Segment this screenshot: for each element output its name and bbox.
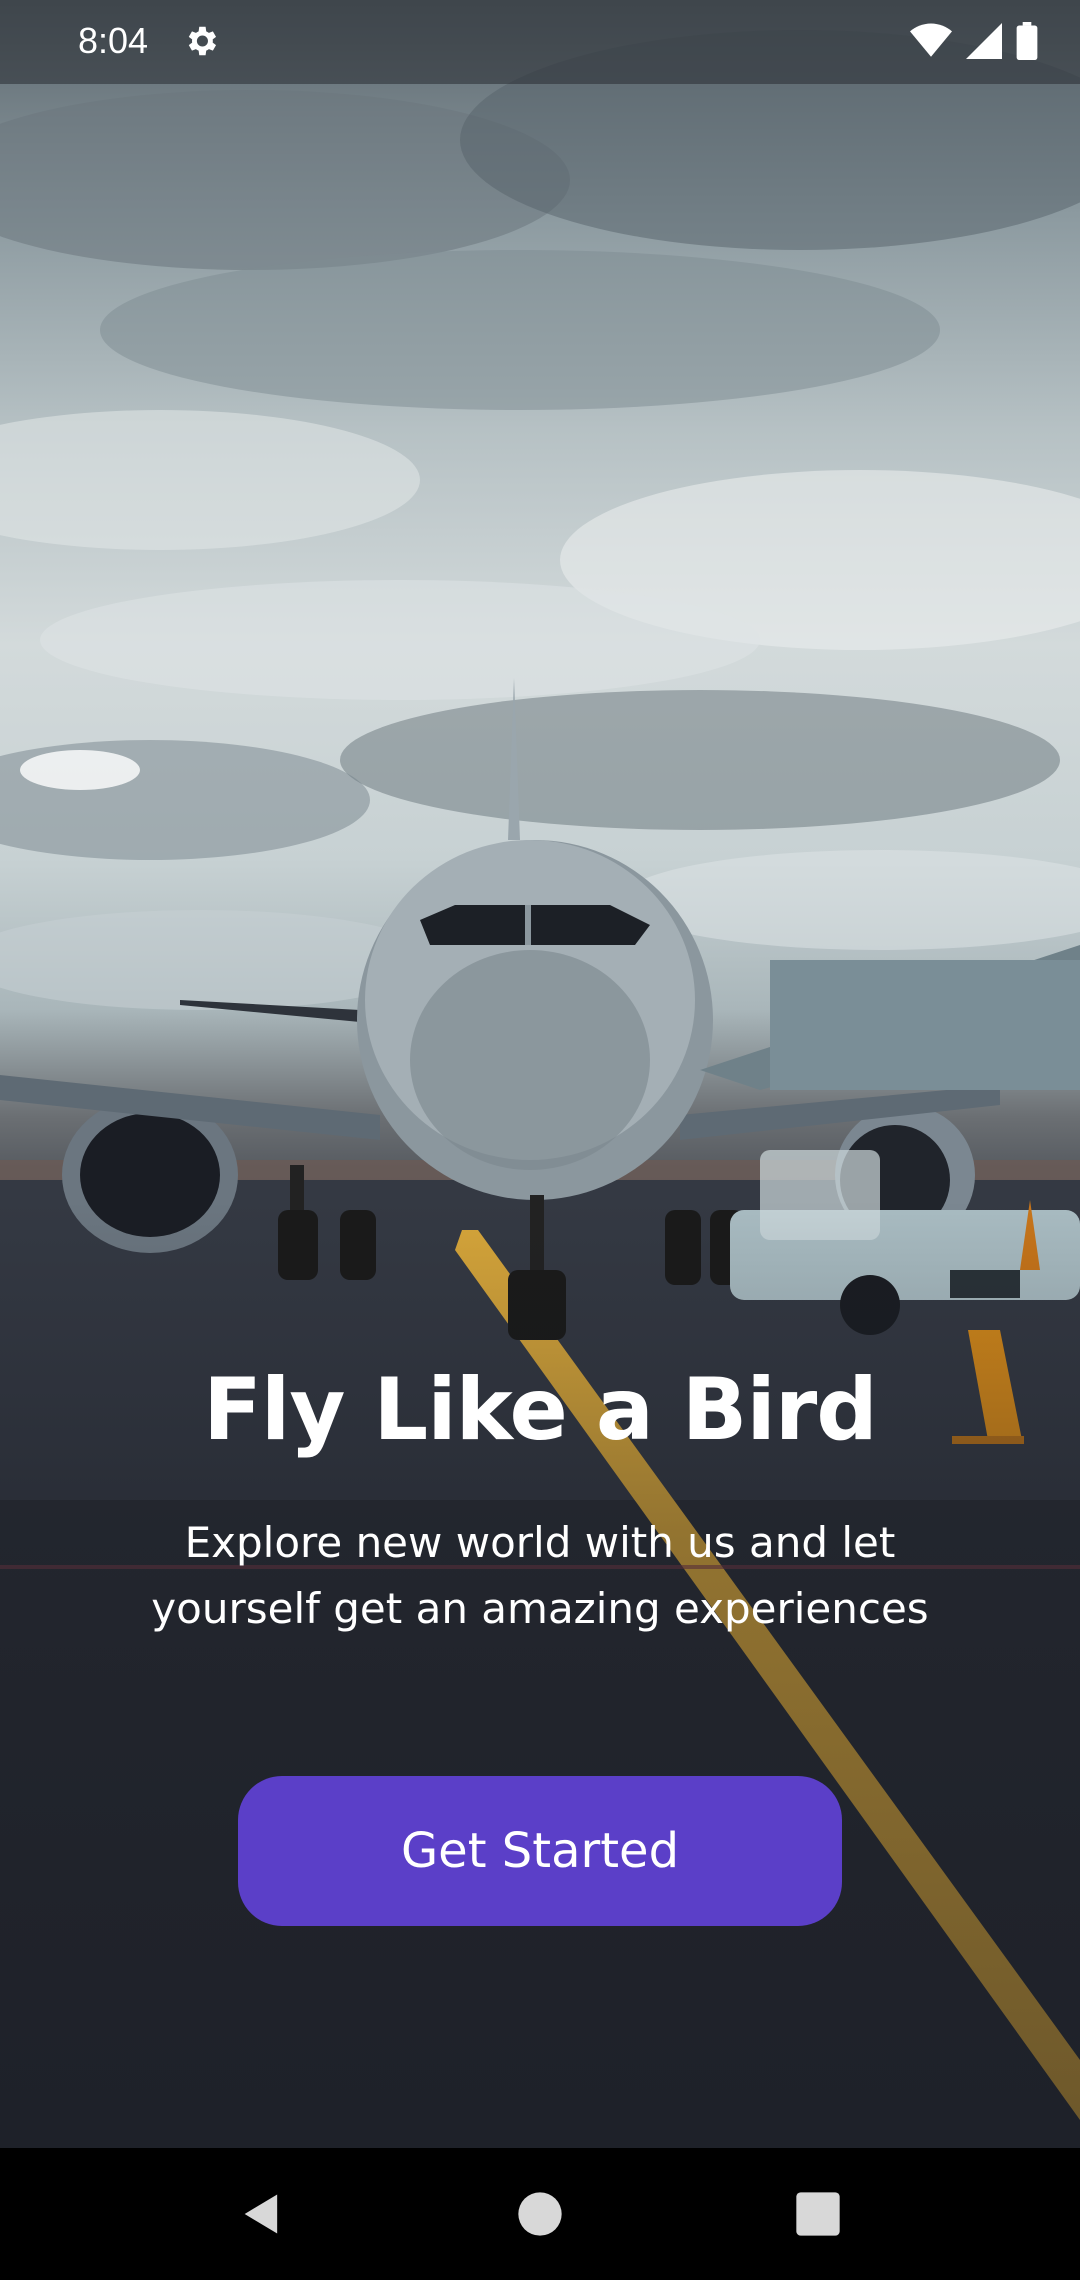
onboarding-screen: 8:04 Fly Like a Bird Explore new world w… (0, 0, 1080, 2280)
status-bar: 8:04 (0, 0, 1080, 84)
gear-icon (182, 22, 220, 60)
page-subtitle: Explore new world with us and let yourse… (100, 1510, 980, 1642)
back-icon[interactable] (236, 2188, 288, 2240)
status-time: 8:04 (78, 20, 149, 61)
page-title: Fly Like a Bird (203, 1360, 878, 1460)
system-nav-bar (0, 2148, 1080, 2280)
subtitle-line-2: yourself get an amazing experiences (151, 1584, 929, 1633)
signal-icon (966, 23, 1002, 63)
home-icon[interactable] (514, 2188, 566, 2240)
status-icons (910, 22, 1038, 64)
recents-icon[interactable] (792, 2188, 844, 2240)
subtitle-line-1: Explore new world with us and let (184, 1518, 896, 1567)
battery-icon (1016, 22, 1038, 64)
dark-overlay (0, 1200, 1080, 2148)
get-started-button[interactable]: Get Started (238, 1776, 842, 1926)
wifi-icon (910, 23, 952, 63)
